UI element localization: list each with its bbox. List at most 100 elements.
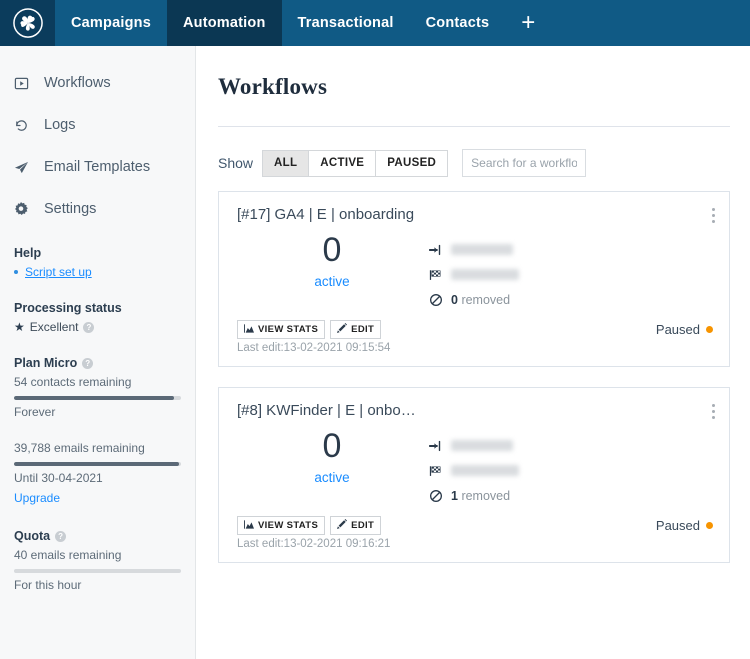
quota-remaining: 40 emails remaining — [14, 548, 122, 562]
workflow-title: [#17] GA4 | E | onboarding — [237, 206, 415, 223]
question-mark-icon[interactable]: ? — [83, 321, 95, 333]
chart-icon — [244, 519, 254, 532]
question-mark-icon[interactable]: ? — [55, 530, 67, 542]
help-heading: Help — [14, 246, 42, 260]
upgrade-link[interactable]: Upgrade — [14, 491, 181, 505]
contacts-progress-bar — [14, 396, 181, 400]
contacts-remaining: 54 contacts remaining — [14, 375, 132, 389]
edit-button[interactable]: EDIT — [330, 320, 382, 339]
add-new-button[interactable]: + — [505, 0, 551, 46]
show-label: Show — [218, 155, 254, 171]
emails-remaining: 39,788 emails remaining — [14, 441, 145, 455]
pencil-icon — [337, 519, 348, 532]
page-body: Workflows Logs Email Templates Settings … — [0, 46, 750, 659]
play-box-icon — [14, 76, 42, 91]
workflow-card-body: 0 active — [237, 231, 713, 312]
filter-all-button[interactable]: ALL — [262, 149, 310, 177]
sidebar: Workflows Logs Email Templates Settings … — [0, 46, 196, 659]
stat-removed-row: 0 removed — [427, 287, 519, 312]
paper-plane-icon — [14, 160, 42, 175]
workflow-card[interactable]: [#17] GA4 | E | onboarding 0 active 0 re… — [218, 191, 730, 367]
star-icon: ★ — [14, 320, 25, 334]
plus-icon: + — [521, 9, 536, 36]
search-input[interactable] — [462, 149, 587, 177]
circle-slash-icon — [427, 293, 444, 307]
page-title: Workflows — [218, 74, 328, 99]
contacts-note: Forever — [14, 405, 56, 419]
help-link-row: Script set up — [14, 265, 181, 279]
nav-tab-automation[interactable]: Automation — [166, 0, 282, 46]
sidebar-item-settings[interactable]: Settings — [0, 188, 195, 230]
active-count-label: active — [314, 273, 350, 289]
removed-stat-text: 0 removed — [451, 293, 510, 307]
sidebar-item-label: Workflows — [44, 75, 111, 91]
removed-count: 1 — [451, 488, 458, 503]
filter-active-button[interactable]: ACTIVE — [308, 149, 377, 177]
app-window: Campaigns Automation Transactional Conta… — [0, 0, 750, 659]
sidebar-item-logs[interactable]: Logs — [0, 104, 195, 146]
stat-completed-row — [427, 458, 519, 483]
workflow-actions: VIEW STATS EDIT Last edit:13-02-2021 09:… — [237, 516, 390, 550]
checkered-flag-icon — [427, 464, 444, 478]
sidebar-item-workflows[interactable]: Workflows — [0, 62, 195, 104]
view-stats-button[interactable]: VIEW STATS — [237, 516, 326, 535]
filter-toolbar: Show ALL ACTIVE PAUSED — [218, 149, 730, 177]
sidebar-quota-section: Quota ? 40 emails remaining For this hou… — [0, 529, 195, 592]
active-count-label: active — [314, 469, 350, 485]
edit-label: EDIT — [351, 520, 375, 531]
quota-progress-bar — [14, 569, 181, 573]
nav-tab-contacts[interactable]: Contacts — [410, 0, 506, 46]
gear-icon — [14, 202, 42, 216]
stat-completed-row — [427, 262, 519, 287]
nav-tab-campaigns[interactable]: Campaigns — [55, 0, 167, 46]
edit-label: EDIT — [351, 324, 375, 335]
filter-paused-button[interactable]: PAUSED — [375, 149, 449, 177]
processing-status-value-row: ★ Excellent ? — [14, 320, 181, 334]
plan-title: Plan Micro — [14, 356, 78, 370]
sidebar-help-section: Help Script set up — [0, 246, 195, 279]
view-stats-label: VIEW STATS — [258, 324, 319, 335]
stat-entered-row — [427, 237, 519, 262]
sidebar-processing-status-section: Processing status ★ Excellent ? — [0, 301, 195, 334]
workflow-card-footer: VIEW STATS EDIT Last edit:13-02-2021 09:… — [237, 320, 713, 354]
workflow-count-block: 0 active — [237, 231, 427, 312]
question-mark-icon[interactable]: ? — [82, 357, 94, 369]
pinwheel-logo-icon — [12, 8, 43, 38]
removed-count: 0 — [451, 292, 458, 307]
nav-tab-label: Contacts — [425, 15, 490, 31]
sidebar-item-label: Email Templates — [44, 159, 151, 175]
status-label: Paused — [655, 518, 700, 533]
pencil-icon — [337, 323, 348, 336]
edit-button[interactable]: EDIT — [330, 516, 382, 535]
checkered-flag-icon — [427, 268, 444, 282]
nav-tab-transactional[interactable]: Transactional — [282, 0, 410, 46]
last-edit-text: Last edit:13-02-2021 09:16:21 — [237, 538, 391, 550]
view-stats-label: VIEW STATS — [258, 520, 319, 531]
kebab-menu-icon[interactable] — [712, 404, 715, 422]
status-filter-group: ALL ACTIVE PAUSED — [262, 149, 449, 177]
workflow-card[interactable]: [#8] KWFinder | E | onbo… 0 active 1 rem… — [218, 387, 730, 563]
redacted-value — [451, 244, 513, 255]
removed-label: removed — [461, 292, 511, 307]
redacted-value — [451, 440, 513, 451]
status-dot-icon — [706, 326, 713, 333]
sidebar-item-label: Logs — [44, 117, 76, 133]
script-setup-link[interactable]: Script set up — [25, 265, 92, 279]
bullet-icon — [14, 270, 18, 274]
quota-note: For this hour — [14, 578, 82, 592]
stat-removed-row: 1 removed — [427, 483, 519, 508]
last-edit-text: Last edit:13-02-2021 09:15:54 — [237, 342, 391, 354]
quota-title: Quota — [14, 529, 51, 543]
chart-icon — [244, 323, 254, 336]
removed-label: removed — [461, 488, 511, 503]
workflow-card-footer: VIEW STATS EDIT Last edit:13-02-2021 09:… — [237, 516, 713, 550]
brand-logo[interactable] — [0, 0, 55, 46]
kebab-menu-icon[interactable] — [712, 208, 715, 226]
nav-tab-label: Automation — [182, 15, 266, 31]
active-count: 0 — [322, 427, 342, 465]
view-stats-button[interactable]: VIEW STATS — [237, 320, 326, 339]
sidebar-item-email-templates[interactable]: Email Templates — [0, 146, 195, 188]
active-count: 0 — [322, 231, 342, 269]
stat-entered-row — [427, 433, 519, 458]
removed-stat-text: 1 removed — [451, 489, 510, 503]
